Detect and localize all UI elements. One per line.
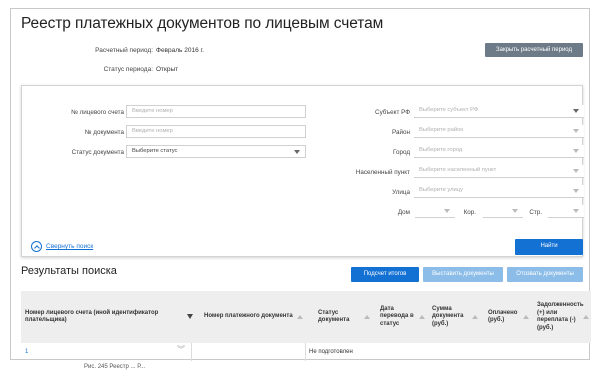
period-status-value: Открыт	[156, 66, 179, 73]
issue-documents-button[interactable]: Выставить документы	[423, 267, 503, 282]
column-divider	[191, 343, 192, 361]
sort-icon[interactable]	[523, 315, 529, 319]
registry-window: Реестр платежных документов по лицевым с…	[10, 8, 591, 361]
figure-caption: Рис. 245 Реестр ... Р...	[84, 364, 146, 370]
sort-down-icon[interactable]	[187, 314, 193, 319]
period-status-label: Статус периода:	[103, 66, 153, 73]
chevron-down-icon	[294, 150, 300, 154]
chevron-down-icon	[573, 209, 579, 213]
structure-select[interactable]	[548, 205, 584, 218]
sort-icon[interactable]	[297, 315, 303, 319]
building-select[interactable]	[483, 205, 523, 218]
col-sum-label: Сумма документа (руб.)	[432, 305, 464, 327]
chevron-down-icon	[512, 209, 518, 213]
page-title: Реестр платежных документов по лицевым с…	[21, 15, 384, 32]
subject-placeholder: Выберите субъект РФ	[419, 107, 479, 113]
building-label: Кор.	[463, 209, 476, 216]
chevron-double-down-icon[interactable]: ︾	[177, 346, 185, 354]
settlement-select[interactable]: Выберите населенный пункт	[414, 165, 584, 178]
subject-label: Субъект РФ	[375, 109, 410, 116]
sort-icon[interactable]	[419, 315, 425, 319]
document-status-label: Статус документа	[71, 149, 124, 156]
account-number-input[interactable]: Введите номер	[126, 105, 306, 118]
column-divider	[305, 343, 306, 361]
col-document-header[interactable]: Номер платежного документа	[204, 291, 304, 343]
district-label: Район	[392, 129, 410, 136]
sort-icon[interactable]	[583, 315, 589, 319]
col-paid-label: Оплачено (руб.)	[488, 309, 518, 324]
street-label: Улица	[392, 189, 410, 196]
calc-totals-button[interactable]: Подсчет итогов	[351, 267, 419, 282]
col-account-label: Номер лицевого счета (иной идентификатор…	[25, 309, 159, 324]
col-account-header[interactable]: Номер лицевого счета (иной идентификатор…	[25, 291, 175, 343]
col-paid-header[interactable]: Оплачено (руб.)	[488, 291, 522, 343]
search-panel: № лицевого счета Введите номер № докумен…	[21, 85, 584, 257]
subject-select[interactable]: Выберите субъект РФ	[414, 105, 584, 118]
account-number-link[interactable]: 1	[25, 349, 28, 355]
col-date-label: Дата перевода в статус	[380, 305, 414, 327]
structure-label: Стр.	[529, 209, 542, 216]
chevron-down-icon	[573, 109, 579, 113]
period-label: Расчетный период:	[95, 47, 153, 54]
district-select[interactable]: Выберите район	[414, 125, 584, 138]
document-status-select[interactable]: Выберите статус	[126, 145, 306, 158]
street-select[interactable]: Выберите улицу	[414, 185, 584, 198]
revoke-documents-button[interactable]: Отозвать документы	[507, 267, 583, 282]
collapse-up-icon[interactable]	[31, 241, 42, 252]
collapse-search-link[interactable]: Свернуть поиск	[46, 243, 93, 250]
col-sum-header[interactable]: Сумма документа (руб.)	[432, 291, 472, 343]
city-label: Город	[392, 149, 410, 156]
chevron-down-icon	[573, 189, 579, 193]
account-number-label: № лицевого счета	[71, 109, 124, 116]
settlement-placeholder: Выберите населенный пункт	[419, 167, 497, 173]
street-placeholder: Выберите улицу	[419, 187, 464, 193]
city-placeholder: Выберите город	[419, 147, 463, 153]
settlement-label: Населенный пункт	[355, 169, 410, 176]
chevron-down-icon	[573, 149, 579, 153]
chevron-down-icon	[573, 169, 579, 173]
col-document-label: Номер платежного документа	[204, 313, 293, 320]
document-number-label: № документа	[84, 129, 124, 136]
col-status-label: Статус документа	[318, 309, 350, 324]
district-placeholder: Выберите район	[419, 127, 464, 133]
city-select[interactable]: Выберите город	[414, 145, 584, 158]
results-table-header: Номер лицевого счета (иной идентификатор…	[21, 291, 591, 343]
col-debt-header[interactable]: Задолженность (+) или переплата (-) (руб…	[537, 291, 584, 343]
col-status-header[interactable]: Статус документа	[318, 291, 362, 343]
house-label: Дом	[397, 209, 410, 216]
chevron-down-icon	[444, 209, 450, 213]
close-period-button[interactable]: Закрыть расчетный период	[485, 43, 583, 57]
sort-icon[interactable]	[364, 315, 370, 319]
col-debt-label: Задолженность (+) или переплата (-) (руб…	[537, 302, 584, 331]
chevron-down-icon	[573, 129, 579, 133]
col-date-header[interactable]: Дата перевода в статус	[380, 291, 418, 343]
period-value: Февраль 2016 г.	[156, 47, 204, 54]
sort-icon[interactable]	[472, 315, 478, 319]
find-button[interactable]: Найти	[515, 239, 583, 255]
document-status-cell: Не подготовлен	[309, 349, 353, 355]
document-status-value: Выберите статус	[132, 148, 178, 154]
document-number-input[interactable]: Введите номер	[126, 125, 306, 138]
house-select[interactable]	[415, 205, 455, 218]
results-title: Результаты поиска	[21, 265, 117, 277]
